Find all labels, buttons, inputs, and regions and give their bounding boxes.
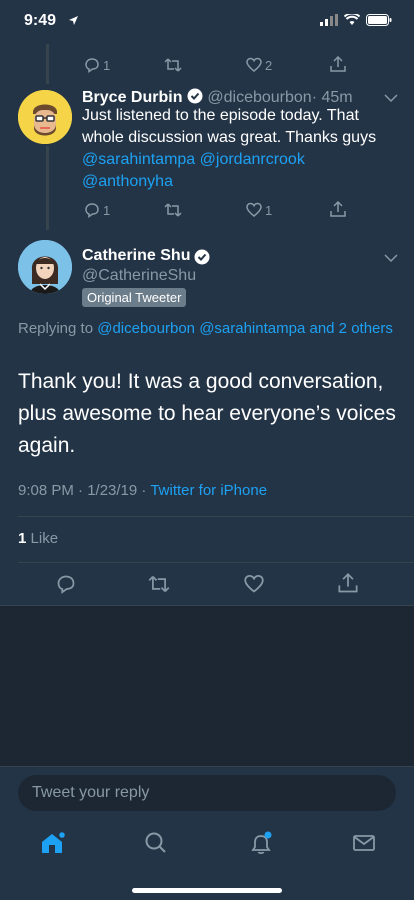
heart-icon <box>246 202 262 217</box>
tab-home[interactable] <box>40 830 67 860</box>
original-tweeter-badge: Original Tweeter <box>82 288 187 307</box>
tweet1-like-button[interactable]: 1 <box>246 202 272 218</box>
retweet-icon <box>148 576 170 592</box>
tweet2-chevron-down-icon[interactable] <box>384 254 398 263</box>
reply-input[interactable]: Tweet your reply <box>18 775 396 811</box>
mention-anthonyha[interactable]: @anthonyha <box>82 173 173 190</box>
tweet1-time: · 45m <box>311 89 353 106</box>
retweet-icon <box>164 58 182 72</box>
location-arrow-icon <box>69 16 78 25</box>
divider <box>18 562 414 563</box>
likes-summary[interactable]: 1 Like <box>18 530 58 547</box>
avatar-catherine-image <box>18 240 72 294</box>
home-icon <box>42 830 67 853</box>
avatar-bryce[interactable] <box>18 90 72 144</box>
avatar-catherine[interactable] <box>18 240 72 294</box>
tweet1-author-name[interactable]: Bryce Durbin <box>82 89 182 106</box>
share-icon <box>330 201 346 217</box>
tweet2-timestamp: 9:08 PM · 1/23/19 · <box>18 482 147 499</box>
tweet2-meta: 9:08 PM · 1/23/19 · Twitter for iPhone <box>18 482 267 499</box>
replying-mention-dicebourbon[interactable]: @dicebourbon <box>97 320 195 337</box>
tweet2-author-name[interactable]: Catherine Shu <box>82 247 190 265</box>
tweet2-share-button[interactable] <box>338 573 358 594</box>
tweet2-text: Thank you! It was a good conversation, p… <box>18 370 396 457</box>
tweet2-handle[interactable]: @CatherineShu <box>82 267 196 285</box>
status-icons <box>320 14 392 26</box>
bottom-bar: Tweet your reply <box>0 766 414 900</box>
tweet1-reply-button[interactable]: 1 <box>84 202 110 218</box>
mention-jordanrcrook[interactable]: @jordanrcrook <box>200 151 305 168</box>
tweet2-retweet-button[interactable] <box>148 574 170 594</box>
prev-like-button[interactable]: 2 <box>246 57 272 73</box>
wifi-icon <box>344 14 360 25</box>
home-indicator <box>132 888 282 893</box>
tab-search[interactable] <box>144 831 168 860</box>
heart-icon <box>244 574 264 593</box>
cellular-signal-icon <box>320 14 338 26</box>
tab-messages[interactable] <box>352 833 376 858</box>
thread-line <box>46 44 49 84</box>
tweet1-text: Just listened to the episode today. That… <box>82 105 402 193</box>
prev-share-button[interactable] <box>330 56 346 73</box>
mail-icon <box>353 835 375 851</box>
prev-retweet-button[interactable] <box>164 57 182 73</box>
verified-badge-icon <box>194 249 210 265</box>
mention-sarahintampa[interactable]: @sarahintampa <box>82 151 195 168</box>
tweet1-chevron-down-icon[interactable] <box>384 94 398 103</box>
tweet2-source-link[interactable]: Twitter for iPhone <box>150 482 267 499</box>
search-icon <box>145 832 166 853</box>
tweet1-text-line1: Just listened to the episode today. That <box>82 107 359 124</box>
replying-others-link[interactable]: and 2 others <box>309 320 392 337</box>
share-icon <box>330 56 346 72</box>
likes-count: 1 <box>18 530 27 547</box>
battery-icon <box>366 14 392 26</box>
tab-notifications[interactable] <box>248 831 274 862</box>
reply-icon <box>57 575 75 594</box>
replying-to: Replying to @dicebourbon @sarahintampa a… <box>18 318 398 339</box>
divider <box>18 516 414 517</box>
bell-icon <box>251 831 272 855</box>
like-count: 1 <box>265 202 273 218</box>
reply-count: 1 <box>103 202 111 218</box>
share-icon <box>338 573 358 593</box>
tweet2-like-button[interactable] <box>244 574 264 594</box>
like-count: 2 <box>265 57 273 73</box>
reply-count: 1 <box>103 57 111 73</box>
tweet1-text-line2: whole discussion was great. Thanks guys <box>82 129 377 146</box>
replying-prefix: Replying to <box>18 320 94 337</box>
tweet1-share-button[interactable] <box>330 201 346 218</box>
status-time: 9:49 <box>24 12 57 29</box>
prev-reply-button[interactable]: 1 <box>84 57 110 73</box>
heart-icon <box>246 57 262 72</box>
replying-mention-sarahintampa[interactable]: @sarahintampa <box>199 320 305 337</box>
reply-icon <box>85 203 99 218</box>
empty-area <box>0 606 414 766</box>
tweet1-handle[interactable]: @dicebourbon <box>207 89 311 106</box>
likes-label: Like <box>30 530 59 547</box>
tweet2-reply-button[interactable] <box>56 574 76 594</box>
retweet-icon <box>164 203 182 217</box>
avatar-bryce-image <box>18 90 72 144</box>
tweet1-retweet-button[interactable] <box>164 202 182 218</box>
verified-badge-icon <box>187 88 203 104</box>
status-bar: 9:49 <box>0 0 414 44</box>
thread-line <box>46 146 49 230</box>
reply-icon <box>85 58 99 73</box>
